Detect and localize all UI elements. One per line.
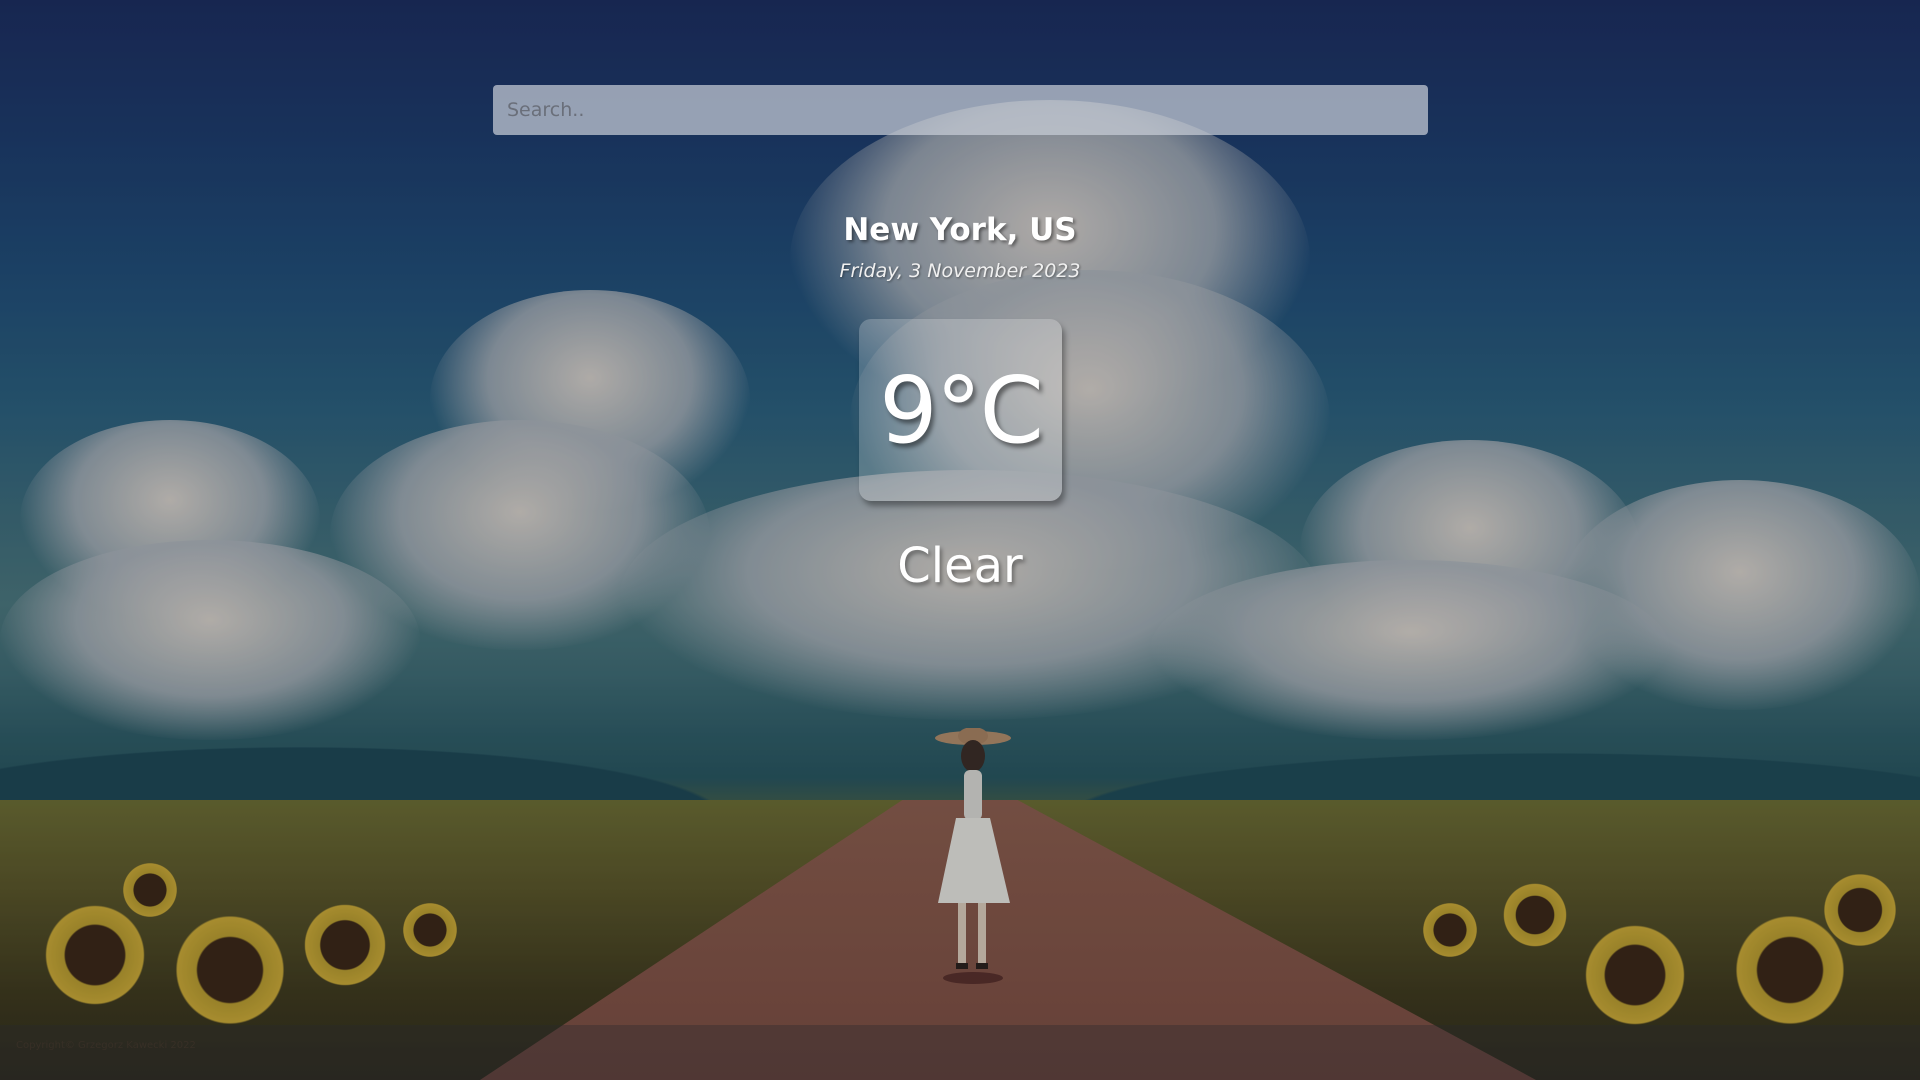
weather-app: New York, US Friday, 3 November 2023 9°C… (0, 0, 1920, 1080)
location-title: New York, US (843, 212, 1077, 248)
footer (0, 1025, 1920, 1080)
current-date: Friday, 3 November 2023 (839, 260, 1081, 282)
temperature-value: 9°C (879, 356, 1044, 464)
weather-condition: Clear (897, 538, 1023, 594)
temperature-card: 9°C (859, 319, 1062, 501)
search-input[interactable] (493, 85, 1428, 135)
copyright-text: Copyright© Grzegorz Kawecki 2022 (16, 1040, 196, 1051)
